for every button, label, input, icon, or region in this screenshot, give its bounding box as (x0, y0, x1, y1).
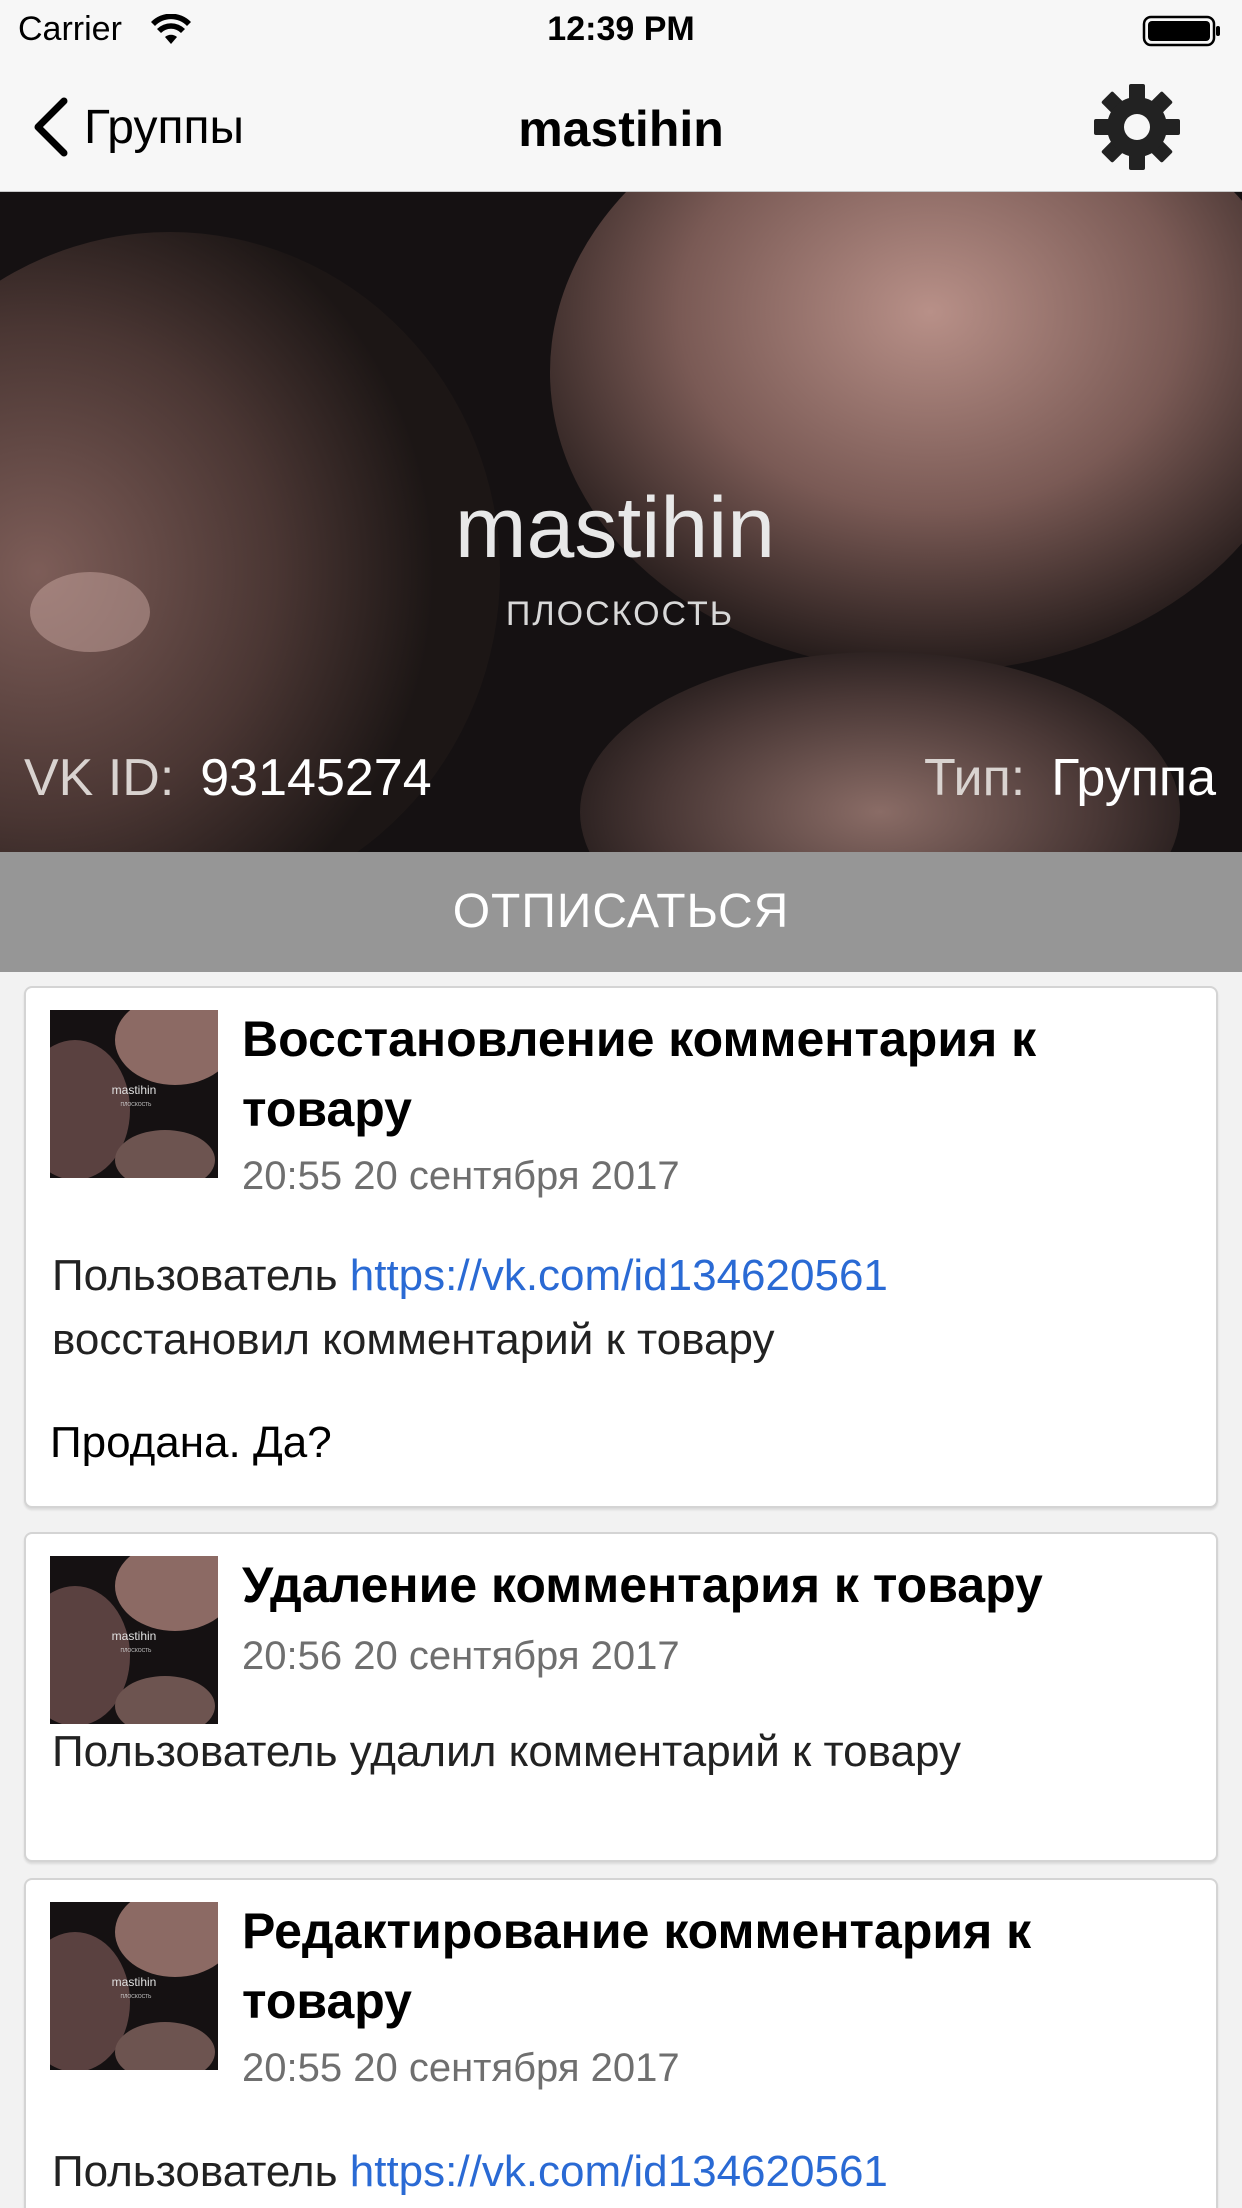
gear-icon[interactable] (1092, 82, 1182, 172)
comment-text: Продана. Да? (50, 1418, 332, 1467)
event-title: Восстановление комментария к товару (242, 1011, 1037, 1137)
unsubscribe-button[interactable]: ОТПИСАТЬСЯ (0, 852, 1242, 972)
event-card[interactable]: mastihin ПЛОСКОСТЬ Восстановление коммен… (24, 986, 1218, 1508)
event-text: Пользователь удалил комментарий к товару (52, 1727, 961, 1776)
group-thumbnail: mastihin ПЛОСКОСТЬ (50, 1556, 218, 1724)
event-date: 20:56 20 сентября 2017 (242, 1634, 680, 1678)
event-date: 20:55 20 сентября 2017 (242, 1154, 680, 1198)
thumbnail-caption: mastihin (112, 1629, 157, 1643)
group-thumbnail: mastihin ПЛОСКОСТЬ (50, 1902, 218, 2070)
thumbnail-subcaption: ПЛОСКОСТЬ (121, 1994, 153, 2000)
cover-subtitle: ПЛОСКОСТЬ (506, 595, 734, 633)
event-date: 20:55 20 сентября 2017 (242, 2046, 680, 2090)
status-bar: Carrier 12:39 PM (0, 0, 1242, 62)
event-text: Пользователь https://vk.com/id134620561 … (52, 1244, 1192, 1372)
group-type-value: Группа (1051, 749, 1216, 807)
group-type-label: Тип: (924, 749, 1026, 807)
event-title: Редактирование комментария к товару (242, 1903, 1032, 2029)
clock-label: 12:39 PM (547, 10, 695, 48)
group-cover: mastihin ПЛОСКОСТЬ VK ID: 93145274 Тип: … (0, 192, 1242, 852)
chevron-left-icon (34, 97, 68, 157)
back-button[interactable]: Группы (30, 92, 244, 162)
group-thumbnail: mastihin ПЛОСКОСТЬ (50, 1010, 218, 1178)
event-text-suffix: восстановил комментарий к товару (52, 1315, 775, 1364)
event-text: Пользователь https://vk.com/id134620561 (52, 2140, 1192, 2204)
event-card[interactable]: mastihin ПЛОСКОСТЬ Удаление комментария … (24, 1532, 1218, 1862)
user-link[interactable]: https://vk.com/id134620561 (350, 1251, 888, 1300)
event-title: Удаление комментария к товару (242, 1557, 1043, 1613)
event-text-prefix: Пользователь (52, 2147, 350, 2196)
vk-id-value: 93145274 (200, 749, 432, 807)
vk-id-row: VK ID: 93145274 (24, 748, 432, 808)
thumbnail-subcaption: ПЛОСКОСТЬ (121, 1648, 153, 1654)
navigation-bar: Группы mastihin (0, 62, 1242, 192)
event-card[interactable]: mastihin ПЛОСКОСТЬ Редактирование коммен… (24, 1878, 1218, 2208)
back-button-label: Группы (84, 100, 244, 154)
battery-icon (1142, 15, 1220, 47)
event-feed: mastihin ПЛОСКОСТЬ Восстановление коммен… (0, 972, 1242, 2208)
vk-id-label: VK ID: (24, 749, 175, 807)
event-text-prefix: Пользователь (52, 1251, 350, 1300)
group-type-row: Тип: Группа (924, 748, 1216, 808)
user-link[interactable]: https://vk.com/id134620561 (350, 2147, 888, 2196)
cover-title: mastihin (455, 480, 775, 576)
thumbnail-caption: mastihin (112, 1083, 157, 1097)
thumbnail-subcaption: ПЛОСКОСТЬ (121, 1102, 153, 1108)
thumbnail-caption: mastihin (112, 1975, 157, 1989)
